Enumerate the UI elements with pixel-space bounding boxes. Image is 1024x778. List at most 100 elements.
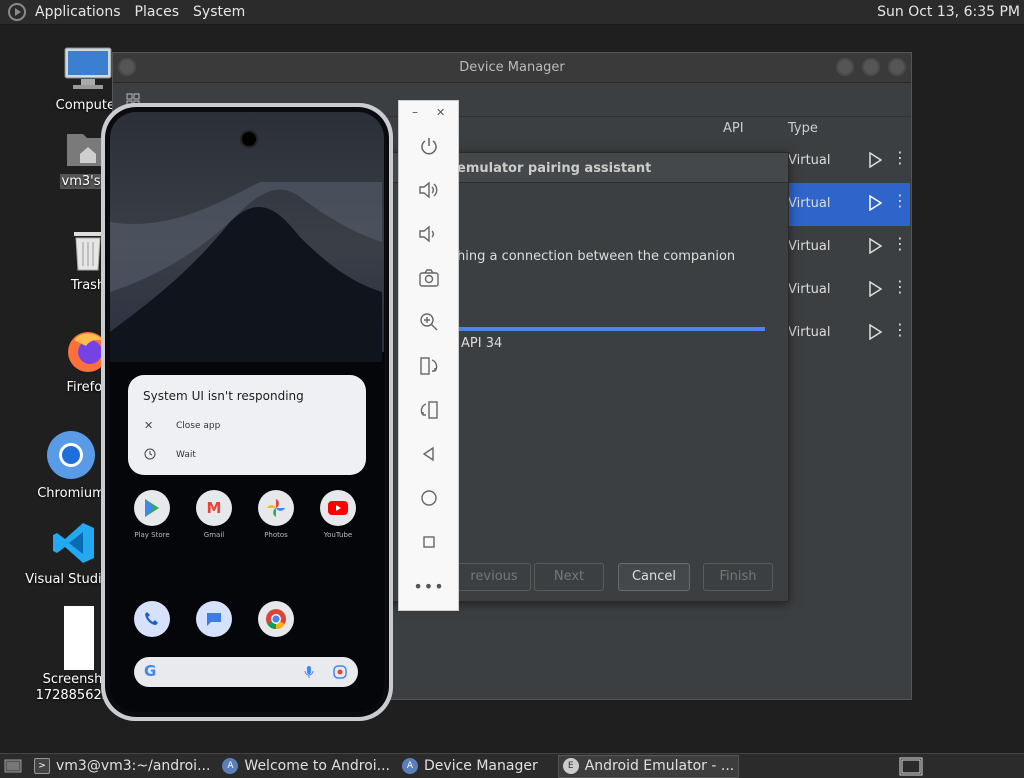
volume-down-button[interactable] xyxy=(415,220,443,248)
screenshot-button[interactable] xyxy=(415,264,443,292)
taskbar-item-device-manager[interactable]: A Device Manager xyxy=(398,755,542,778)
window-title: Device Manager xyxy=(459,60,565,75)
home-icon xyxy=(421,490,437,506)
menu-system[interactable]: System xyxy=(188,0,250,25)
column-header-api[interactable]: API xyxy=(723,121,744,136)
back-button[interactable] xyxy=(415,440,443,468)
close-app-option[interactable]: Close app xyxy=(176,421,220,431)
wallpaper-wave xyxy=(110,182,382,362)
progress-fill xyxy=(457,327,765,331)
more-options-button[interactable]: ••• xyxy=(413,572,445,600)
dialog-title: emulator pairing assistant xyxy=(457,161,652,176)
close-button[interactable] xyxy=(888,58,906,76)
app-label: YouTube xyxy=(323,531,353,539)
anr-dialog: System UI isn't responding ✕ Close app W… xyxy=(128,375,366,475)
volume-up-button[interactable] xyxy=(415,176,443,204)
play-icon[interactable] xyxy=(868,324,882,340)
zoom-button[interactable] xyxy=(415,308,443,336)
menu-applications[interactable]: Applications xyxy=(30,0,126,25)
app-label: Gmail xyxy=(203,531,225,539)
applications-logo-icon[interactable] xyxy=(8,3,26,21)
more-icon[interactable]: ⋮ xyxy=(892,236,908,252)
vscode-icon xyxy=(53,523,94,563)
phone-icon xyxy=(134,601,170,637)
taskbar: > vm3@vm3:~/androi... A Welcome to Andro… xyxy=(0,753,1024,778)
app-label: Photos xyxy=(264,531,288,539)
task-label: Device Manager xyxy=(424,758,538,774)
front-camera xyxy=(240,130,258,148)
app-label: Play Store xyxy=(134,531,170,539)
show-desktop-icon[interactable] xyxy=(4,758,22,774)
volume-down-icon xyxy=(419,225,434,243)
terminal-icon: > xyxy=(34,758,50,774)
previous-button[interactable]: revious xyxy=(457,563,531,591)
device-manager-titlebar[interactable]: Device Manager xyxy=(113,53,911,83)
photos-icon xyxy=(258,490,294,526)
next-button[interactable]: Next xyxy=(534,563,604,591)
wait-option[interactable]: Wait xyxy=(176,450,196,460)
android-studio-icon: A xyxy=(402,758,419,774)
task-label: Welcome to Androi... xyxy=(244,758,391,774)
dock-chrome[interactable] xyxy=(245,601,307,637)
column-header-type[interactable]: Type xyxy=(788,121,818,136)
more-icon[interactable]: ⋮ xyxy=(892,279,908,295)
dialog-description: hing a connection between the companion xyxy=(457,249,736,264)
dock-phone[interactable] xyxy=(121,601,183,637)
taskbar-item-android-emulator[interactable]: E Android Emulator - ... xyxy=(557,754,740,778)
google-search-bar[interactable]: G xyxy=(134,657,358,687)
chromium-icon xyxy=(47,431,95,479)
play-icon[interactable] xyxy=(868,152,882,168)
lens-icon[interactable] xyxy=(332,664,348,680)
device-type: Virtual xyxy=(788,153,831,168)
more-icon[interactable]: ⋮ xyxy=(892,322,908,338)
taskbar-item-welcome-android-studio[interactable]: A Welcome to Androi... xyxy=(218,755,394,778)
chrome-icon xyxy=(258,601,294,637)
computer-icon xyxy=(64,47,112,89)
phone-screen[interactable]: System UI isn't responding ✕ Close app W… xyxy=(110,112,384,712)
mic-icon[interactable] xyxy=(304,665,314,679)
more-icon[interactable]: ⋮ xyxy=(892,150,908,166)
rotate-left-button[interactable] xyxy=(415,352,443,380)
finish-button[interactable]: Finish xyxy=(703,563,773,591)
device-type: Virtual xyxy=(788,325,831,340)
app-gmail[interactable]: M Gmail xyxy=(183,490,245,539)
menu-places[interactable]: Places xyxy=(130,0,185,25)
power-button[interactable] xyxy=(415,132,443,160)
task-label: Android Emulator - ... xyxy=(584,758,735,774)
dock-messages[interactable] xyxy=(183,601,245,637)
clock-icon xyxy=(144,448,156,460)
home-button[interactable] xyxy=(415,484,443,512)
app-youtube[interactable]: YouTube xyxy=(307,490,369,539)
volume-up-icon xyxy=(419,181,438,199)
maximize-button[interactable] xyxy=(862,58,880,76)
play-icon[interactable] xyxy=(868,281,882,297)
minimize-icon[interactable]: – xyxy=(412,105,418,119)
overview-button[interactable] xyxy=(415,528,443,556)
desktop-icon-label: Computer xyxy=(55,98,121,113)
zoom-icon xyxy=(420,313,438,331)
play-icon[interactable] xyxy=(868,195,882,211)
more-icon[interactable]: ⋮ xyxy=(892,193,908,209)
api-level-text: API 34 xyxy=(461,336,503,351)
play-store-icon xyxy=(134,490,170,526)
file-icon xyxy=(64,606,94,670)
emulator-icon: E xyxy=(562,758,579,774)
rotate-right-icon xyxy=(420,401,438,419)
anr-title: System UI isn't responding xyxy=(143,389,304,403)
emulator-phone-frame: System UI isn't responding ✕ Close app W… xyxy=(101,103,393,721)
minimize-button[interactable] xyxy=(836,58,854,76)
task-label: vm3@vm3:~/androi... xyxy=(56,758,211,774)
more-horizontal-icon: ••• xyxy=(413,576,445,596)
close-icon[interactable]: ✕ xyxy=(436,106,445,119)
taskbar-item-terminal[interactable]: > vm3@vm3:~/androi... xyxy=(30,755,214,778)
app-play-store[interactable]: Play Store xyxy=(121,490,183,539)
device-type: Virtual xyxy=(788,282,831,297)
workspace-switcher-icon[interactable] xyxy=(899,757,923,776)
play-icon[interactable] xyxy=(868,238,882,254)
rotate-left-icon xyxy=(420,357,438,375)
app-photos[interactable]: Photos xyxy=(245,490,307,539)
rotate-right-button[interactable] xyxy=(415,396,443,424)
overview-icon xyxy=(423,536,435,548)
clock[interactable]: Sun Oct 13, 6:35 PM xyxy=(877,0,1020,25)
cancel-button[interactable]: Cancel xyxy=(618,563,690,591)
